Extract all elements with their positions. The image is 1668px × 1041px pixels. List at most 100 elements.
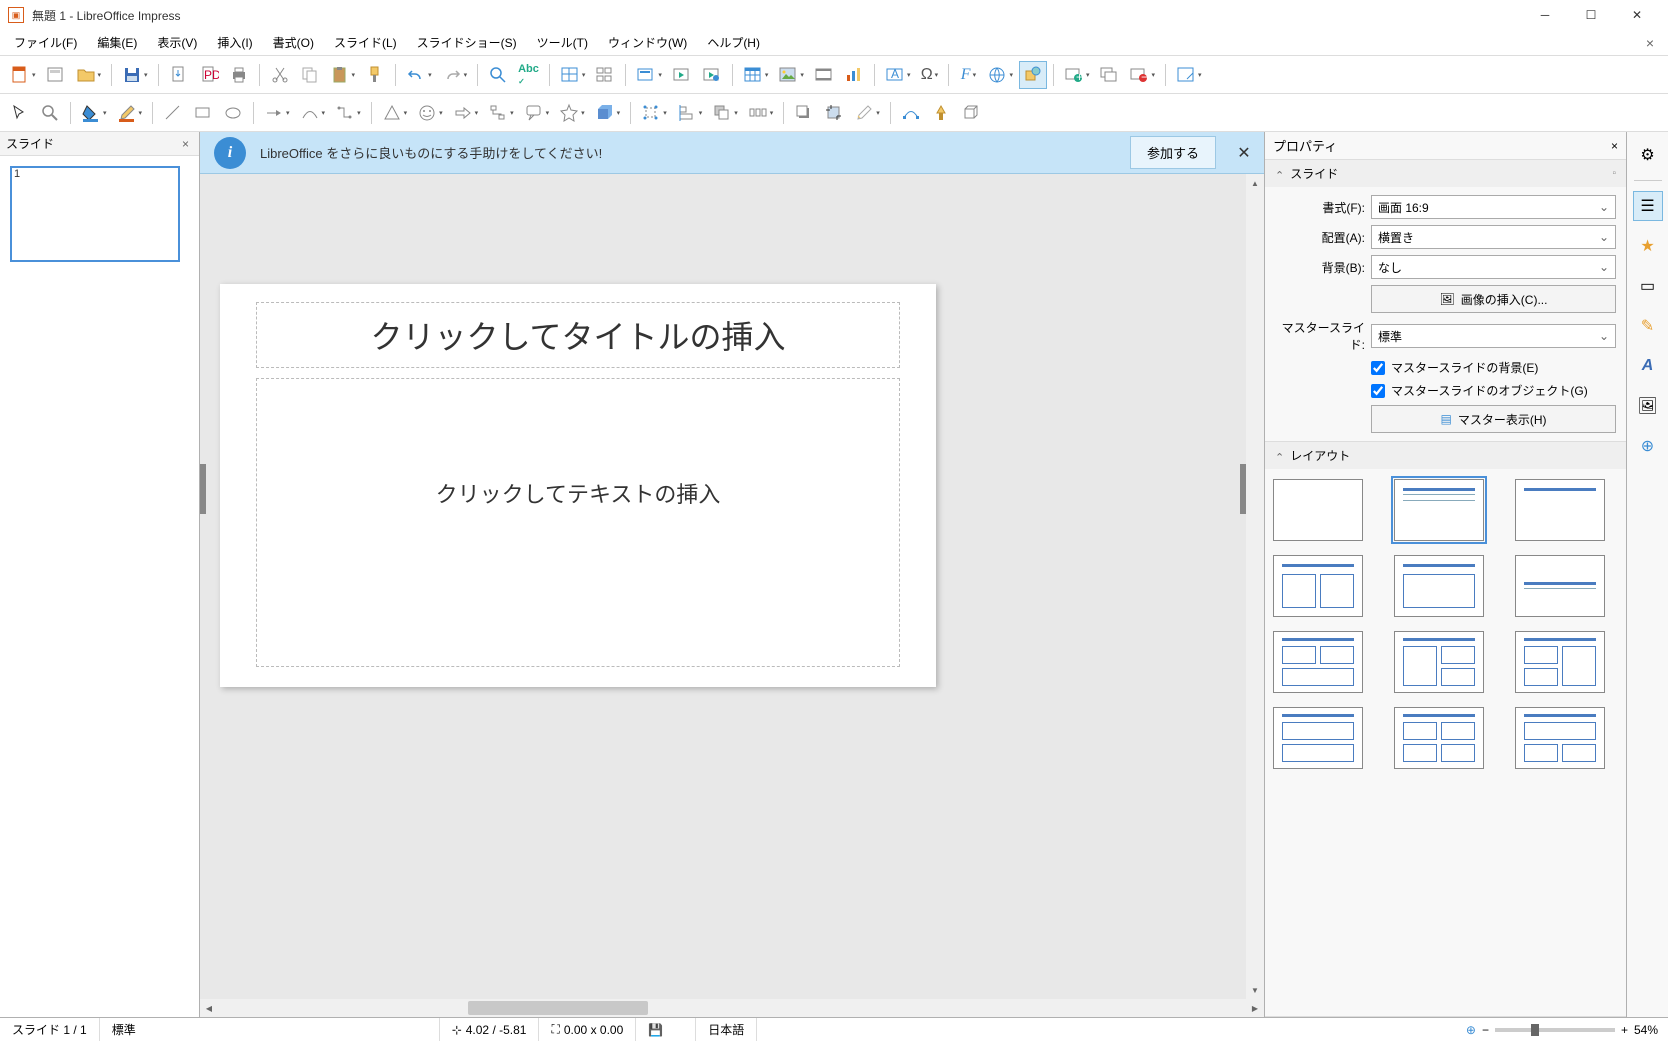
menu-format[interactable]: 書式(O) <box>263 30 324 55</box>
block-arrows-button[interactable] <box>449 99 483 127</box>
rectangle-tool[interactable] <box>189 99 217 127</box>
master-slide-button[interactable] <box>632 61 666 89</box>
find-button[interactable] <box>484 61 512 89</box>
zoom-in-button[interactable]: + <box>1621 1023 1628 1037</box>
start-begin-button[interactable] <box>668 61 696 89</box>
zoom-value[interactable]: 54% <box>1634 1023 1658 1037</box>
gluepoints-button[interactable] <box>927 99 955 127</box>
insert-textbox-button[interactable]: A <box>881 61 915 89</box>
symbol-shapes-button[interactable] <box>413 99 447 127</box>
select-tool[interactable] <box>6 99 34 127</box>
insert-image-button[interactable] <box>774 61 808 89</box>
insert-image-button[interactable]: 🖼画像の挿入(C)... <box>1371 285 1616 313</box>
paste-button[interactable] <box>326 61 360 89</box>
layout-1-2[interactable] <box>1394 631 1484 693</box>
menu-slide[interactable]: スライド(L) <box>324 30 407 55</box>
slide-page[interactable]: クリックしてタイトルの挿入 クリックしてテキストの挿入 <box>220 284 936 687</box>
stars-button[interactable] <box>555 99 589 127</box>
layout-title-only[interactable] <box>1515 479 1605 541</box>
zoom-out-button[interactable]: − <box>1482 1023 1489 1037</box>
show-draw-func-button[interactable] <box>1019 61 1047 89</box>
points-button[interactable] <box>897 99 925 127</box>
info-join-button[interactable]: 参加する <box>1130 136 1216 169</box>
tab-properties[interactable]: ☰ <box>1633 191 1663 221</box>
status-language[interactable]: 日本語 <box>696 1018 757 1041</box>
insert-av-button[interactable] <box>810 61 838 89</box>
start-current-button[interactable] <box>698 61 726 89</box>
cut-button[interactable] <box>266 61 294 89</box>
templates-button[interactable] <box>42 61 70 89</box>
title-placeholder[interactable]: クリックしてタイトルの挿入 <box>256 302 900 368</box>
orientation-combo[interactable]: 横置き <box>1371 225 1616 249</box>
export-button[interactable] <box>165 61 193 89</box>
open-button[interactable] <box>72 61 106 89</box>
menu-window[interactable]: ウィンドウ(W) <box>598 30 697 55</box>
extrusion-button[interactable] <box>957 99 985 127</box>
minimize-button[interactable]: ─ <box>1522 0 1568 30</box>
new-button[interactable] <box>6 61 40 89</box>
properties-close[interactable]: × <box>1611 139 1618 153</box>
curves-button[interactable] <box>296 99 330 127</box>
slides-panel-close[interactable]: × <box>178 137 193 151</box>
fit-page-icon[interactable]: ⊕ <box>1466 1023 1476 1037</box>
insert-chart-button[interactable] <box>840 61 868 89</box>
save-button[interactable] <box>118 61 152 89</box>
connectors-button[interactable] <box>331 99 365 127</box>
menu-file[interactable]: ファイル(F) <box>4 30 87 55</box>
print-button[interactable] <box>225 61 253 89</box>
layout-title-2content[interactable] <box>1273 555 1363 617</box>
menu-tools[interactable]: ツール(T) <box>527 30 598 55</box>
undo-button[interactable] <box>402 61 436 89</box>
display-views-button[interactable] <box>591 61 619 89</box>
menu-help[interactable]: ヘルプ(H) <box>697 30 770 55</box>
basic-shapes-button[interactable] <box>378 99 412 127</box>
delete-slide-button[interactable]: − <box>1125 61 1159 89</box>
document-close-button[interactable]: × <box>1636 31 1664 55</box>
spellcheck-button[interactable]: Abc✓ <box>514 61 543 89</box>
crop-image-button[interactable] <box>820 99 848 127</box>
vertical-scrollbar[interactable]: ▲▼ <box>1246 174 1264 999</box>
master-view-button[interactable]: ▤マスター表示(H) <box>1371 405 1616 433</box>
tab-slide-transition[interactable]: ★ <box>1633 231 1663 261</box>
insert-special-char-button[interactable]: Ω <box>916 61 942 89</box>
layout-6content[interactable] <box>1515 707 1605 769</box>
tab-styles[interactable]: A <box>1633 351 1663 381</box>
line-tool[interactable] <box>159 99 187 127</box>
section-layout-header[interactable]: レイアウト <box>1265 442 1626 469</box>
menu-insert[interactable]: 挿入(I) <box>207 30 262 55</box>
layout-title-content[interactable] <box>1394 479 1484 541</box>
arrange-button[interactable] <box>708 99 742 127</box>
new-slide-button[interactable]: + <box>1060 61 1094 89</box>
menu-edit[interactable]: 編集(E) <box>87 30 147 55</box>
master-bg-checkbox[interactable] <box>1371 361 1385 375</box>
callouts-button[interactable] <box>520 99 554 127</box>
shadow-button[interactable] <box>790 99 818 127</box>
line-color-button[interactable] <box>113 99 147 127</box>
flowchart-button[interactable] <box>484 99 518 127</box>
background-combo[interactable]: なし <box>1371 255 1616 279</box>
layout-4content[interactable] <box>1394 707 1484 769</box>
menu-slideshow[interactable]: スライドショー(S) <box>407 30 527 55</box>
tab-gallery[interactable]: 🖼 <box>1633 391 1663 421</box>
tab-master-slides[interactable]: ✎ <box>1633 311 1663 341</box>
insert-hyperlink-button[interactable] <box>983 61 1017 89</box>
align-objects-button[interactable] <box>673 99 707 127</box>
layout-content[interactable] <box>1394 555 1484 617</box>
layout-2x2[interactable] <box>1273 631 1363 693</box>
tab-navigator[interactable]: ⊕ <box>1633 431 1663 461</box>
copy-button[interactable] <box>296 61 324 89</box>
duplicate-slide-button[interactable] <box>1095 61 1123 89</box>
clone-format-button[interactable] <box>361 61 389 89</box>
collapse-right-marker[interactable] <box>1240 464 1246 514</box>
3d-objects-button[interactable] <box>591 99 625 127</box>
slide-layout-button[interactable] <box>1172 61 1206 89</box>
layout-blank[interactable] <box>1273 479 1363 541</box>
body-placeholder[interactable]: クリックしてテキストの挿入 <box>256 378 900 667</box>
insert-table-button[interactable] <box>739 61 773 89</box>
status-slide-count[interactable]: スライド 1 / 1 <box>0 1018 100 1041</box>
display-grid-button[interactable] <box>556 61 590 89</box>
export-pdf-button[interactable]: PDF <box>195 61 223 89</box>
format-combo[interactable]: 画面 16:9 <box>1371 195 1616 219</box>
master-obj-checkbox[interactable] <box>1371 384 1385 398</box>
insert-fontwork-button[interactable]: F <box>955 61 981 89</box>
